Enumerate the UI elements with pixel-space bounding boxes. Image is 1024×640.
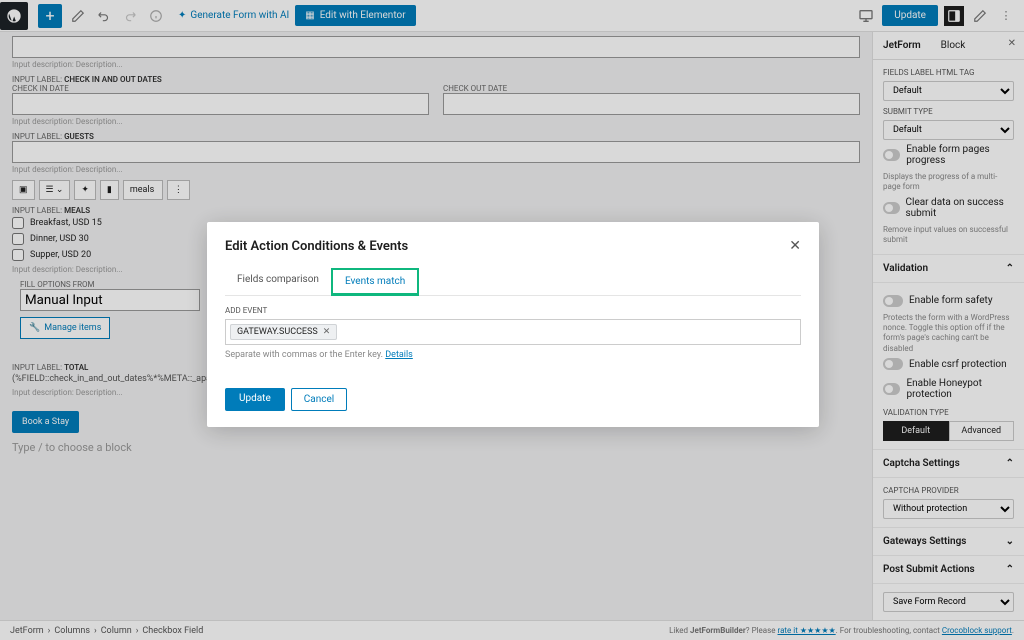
remove-chip-icon[interactable]: ✕ [323,327,331,337]
tab-events-match[interactable]: Events match [331,268,419,296]
conditions-modal: Edit Action Conditions & Events ✕ Fields… [207,222,819,427]
close-icon[interactable]: ✕ [789,238,801,254]
modal-cancel-button[interactable]: Cancel [291,388,347,411]
modal-update-button[interactable]: Update [225,388,285,411]
event-chip: GATEWAY.SUCCESS✕ [230,324,337,340]
event-input[interactable]: GATEWAY.SUCCESS✕ [225,319,801,345]
tab-fields-comparison[interactable]: Fields comparison [225,268,331,295]
details-link[interactable]: Details [385,350,413,360]
modal-title: Edit Action Conditions & Events [225,239,408,254]
